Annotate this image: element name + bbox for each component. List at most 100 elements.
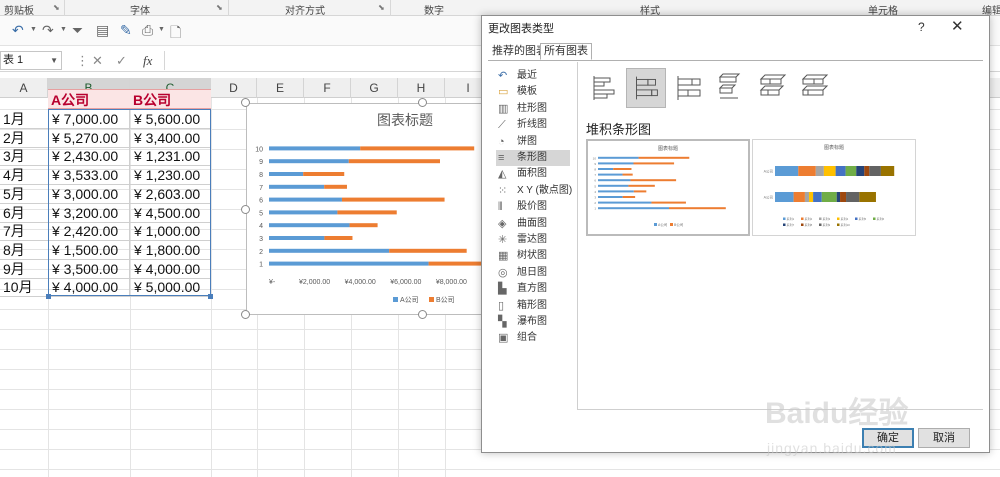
fill-handle[interactable] [208, 294, 213, 299]
column-header-g[interactable]: G [351, 78, 398, 98]
tab-all-charts[interactable]: 所有图表 [540, 43, 592, 60]
format-painter-icon[interactable]: ✎ [120, 22, 132, 39]
chart-type-item[interactable]: ▯ 箱形图 [496, 298, 570, 314]
chart-type-item[interactable]: ▥ 柱形图 [496, 101, 570, 117]
form-icon[interactable]: ▤ [96, 22, 109, 39]
chart-preview-by-column[interactable]: 图表标题 A公司 A公司 系列1 系列2 系列3 系列4 系列5 系列6 系列7 系列8 系列9 系列1… [752, 139, 916, 236]
filter-icon[interactable]: ⏷ [72, 22, 83, 39]
bar-b-company[interactable] [337, 210, 397, 215]
undo-dropdown-icon[interactable]: ▼ [30, 26, 37, 33]
chart-resize-handle[interactable] [241, 205, 250, 214]
bar-a-company[interactable] [269, 210, 338, 215]
bar-a-company[interactable] [269, 184, 325, 189]
chevron-down-icon[interactable]: ▼ [50, 52, 58, 69]
bar-b-company[interactable] [349, 223, 378, 228]
new-document-icon[interactable]: 🗋 [170, 22, 181, 46]
column-header-f[interactable]: F [304, 78, 351, 98]
bar-a-company[interactable] [269, 261, 429, 266]
help-icon[interactable]: ? [918, 20, 925, 34]
percent-stacked-bar-icon[interactable] [668, 68, 708, 108]
header-cell-a-company[interactable]: A公司 [48, 89, 130, 109]
bar-a-company[interactable] [269, 146, 361, 151]
month-cell[interactable]: 3月 [0, 146, 48, 167]
chart-title[interactable]: 图表标题 [377, 110, 433, 130]
ok-button[interactable]: 确定 [862, 428, 914, 448]
chart-type-item[interactable]: ▚ 瀑布图 [496, 314, 570, 330]
column-header-e[interactable]: E [257, 78, 304, 98]
bar-a-company[interactable] [269, 159, 349, 164]
cancel-entry-icon[interactable]: ✕ [92, 53, 103, 69]
month-cell[interactable]: 9月 [0, 259, 48, 279]
month-cell[interactable]: 10月 [0, 277, 48, 298]
insert-function-icon[interactable]: fx [143, 53, 152, 69]
month-cell[interactable]: 1月 [0, 109, 48, 129]
3d-stacked-bar-icon[interactable] [752, 68, 792, 108]
column-header-d[interactable]: D [211, 78, 257, 98]
month-cell[interactable]: 8月 [0, 240, 48, 260]
chart-type-item[interactable]: ▦ 树状图 [496, 248, 570, 264]
bar-a-company[interactable] [269, 197, 342, 202]
preview-segment [836, 192, 841, 202]
chart-resize-handle[interactable] [418, 98, 427, 107]
chart-type-item[interactable]: ⟋ 折线图 [496, 117, 570, 133]
embedded-chart[interactable]: 图表标题 1 2 3 4 5 6 7 8 9 10 ¥- ¥2,000.00 ¥4,000.00 ¥6,0… [246, 103, 482, 315]
bar-a-company[interactable] [269, 172, 304, 176]
bar-b-company[interactable] [324, 236, 353, 240]
3d-percent-stacked-bar-icon[interactable] [794, 68, 834, 108]
chart-type-item[interactable]: ⁙ X Y (散点图) [496, 183, 572, 199]
chart-resize-handle[interactable] [418, 310, 427, 319]
chart-type-item[interactable]: ↶ 最近 [496, 68, 570, 84]
alignment-launcher-icon[interactable]: ⬊ [378, 3, 385, 12]
column-header-a[interactable]: A [0, 78, 48, 98]
stacked-bar-icon[interactable] [626, 68, 666, 108]
month-cell[interactable]: 2月 [0, 128, 48, 148]
legend-label: B公司 [436, 296, 455, 304]
chart-type-item[interactable]: ≡ 条形图 [496, 150, 570, 166]
chart-type-item[interactable]: ◭ 面积图 [496, 166, 570, 182]
bar-a-company[interactable] [269, 236, 325, 240]
bar-b-company[interactable] [324, 184, 347, 189]
undo-icon[interactable]: ↶ [12, 22, 24, 39]
print-icon[interactable]: ⎙ [142, 22, 153, 39]
chart-resize-handle[interactable] [241, 98, 250, 107]
chart-type-item[interactable]: ◈ 曲面图 [496, 216, 570, 232]
cancel-button[interactable]: 取消 [918, 428, 970, 448]
month-cell[interactable]: 7月 [0, 221, 48, 242]
column-header-h[interactable]: H [398, 78, 445, 98]
close-icon[interactable]: ✕ [951, 17, 964, 35]
preview-segment [856, 166, 865, 176]
redo-dropdown-icon[interactable]: ▼ [60, 26, 67, 33]
selection-handle[interactable] [46, 294, 51, 299]
chart-resize-handle[interactable] [241, 310, 250, 319]
month-cell[interactable]: 4月 [0, 165, 48, 186]
redo-icon[interactable]: ↷ [42, 22, 54, 39]
bar-b-company[interactable] [360, 146, 475, 151]
bar-a-company[interactable] [269, 223, 350, 228]
chart-type-item[interactable]: ◔ 饼图 [496, 134, 570, 150]
chart-type-item[interactable]: ▙ 直方图 [496, 281, 570, 297]
month-cell[interactable]: 6月 [0, 203, 48, 223]
chart-type-item[interactable]: ✳ 雷达图 [496, 232, 570, 248]
chart-type-item[interactable]: ▭ 模板 [496, 84, 570, 100]
month-cell[interactable]: 5月 [0, 184, 48, 204]
chart-type-item[interactable]: ▣ 组合 [496, 330, 570, 346]
clipboard-launcher-icon[interactable]: ⬊ [53, 3, 60, 12]
bar-a-company[interactable] [269, 248, 390, 253]
bar-b-company[interactable] [428, 261, 482, 266]
chart-type-item[interactable]: ◎ 旭日图 [496, 265, 570, 281]
clustered-bar-icon[interactable] [584, 68, 624, 108]
bar-b-company[interactable] [341, 197, 445, 202]
dialog-title: 更改图表类型 [488, 23, 554, 35]
name-box[interactable]: 表 1 ▼ [0, 51, 62, 70]
3d-clustered-bar-icon[interactable] [710, 68, 750, 108]
chart-type-item[interactable]: ⫴ 股价图 [496, 199, 570, 215]
bar-b-company[interactable] [303, 172, 345, 176]
chart-preview-by-row[interactable]: 图表标题 1 2 3 4 5 6 7 8 9 10 A公司 B公司 [586, 139, 750, 236]
bar-b-company[interactable] [389, 248, 467, 253]
print-dropdown-icon[interactable]: ▼ [158, 26, 165, 33]
header-cell-b-company[interactable]: B公司 [130, 89, 211, 109]
confirm-entry-icon[interactable]: ✓ [116, 53, 127, 69]
preview-chart-1: 图表标题 1 23 4 56 78 9 10 A公司 B公司 [593, 145, 726, 227]
bar-b-company[interactable] [348, 159, 440, 164]
font-launcher-icon[interactable]: ⬊ [216, 3, 223, 12]
